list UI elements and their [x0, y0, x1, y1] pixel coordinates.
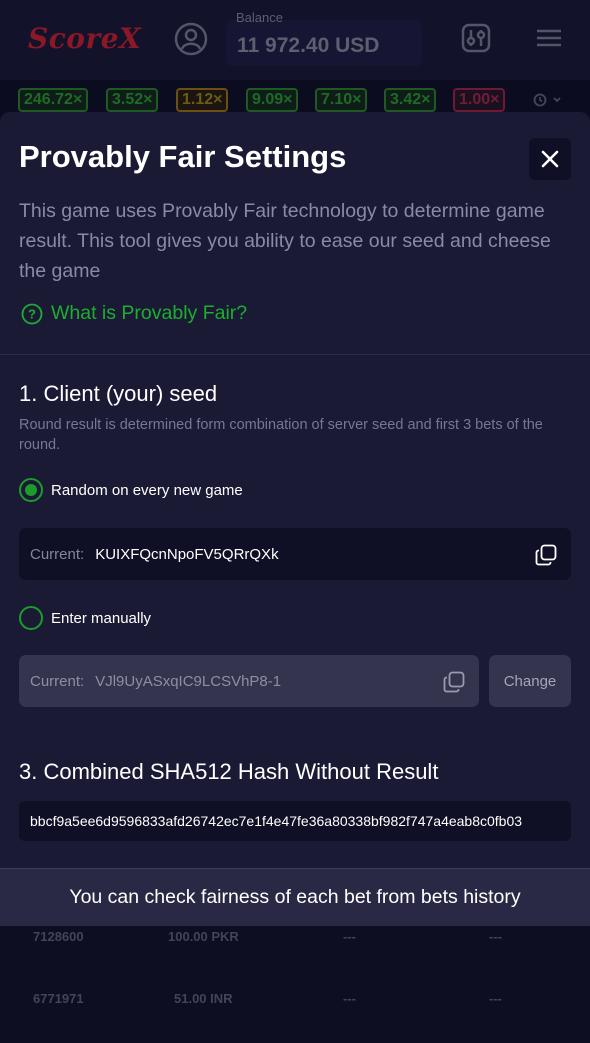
current-label: Current:: [30, 545, 85, 563]
history-dropdown-icon[interactable]: [532, 92, 568, 108]
top-bar: ScoreX Balance 11 972.40 USD: [0, 0, 590, 80]
copy-icon[interactable]: [443, 671, 465, 693]
bet-id: 7128600: [33, 929, 84, 944]
bet-multiplier: ---: [343, 991, 356, 1006]
radio-unchecked-icon[interactable]: [19, 606, 43, 630]
multiplier-chip[interactable]: 3.42×: [384, 88, 437, 112]
hamburger-menu-icon[interactable]: [536, 28, 562, 48]
balance-label: Balance: [236, 10, 283, 25]
radio-random-label: Random on every new game: [51, 481, 243, 499]
radio-random-seed[interactable]: Random on every new game: [19, 478, 243, 502]
bet-amount: 51.00 INR: [174, 991, 233, 1006]
modal-title: Provably Fair Settings: [19, 139, 347, 174]
multiplier-chip[interactable]: 1.12×: [176, 88, 229, 112]
multiplier-chip[interactable]: 7.10×: [315, 88, 368, 112]
bet-win: ---: [489, 929, 502, 944]
random-seed-field: Current: KUIXFQcnNpoFV5QRrQXk: [19, 528, 571, 580]
bet-amount: 100.00 PKR: [168, 929, 239, 944]
provably-fair-modal: Provably Fair Settings This game uses Pr…: [0, 112, 590, 902]
bet-win: ---: [489, 991, 502, 1006]
fairness-toast: You can check fairness of each bet from …: [0, 868, 590, 926]
hash-title: 3. Combined SHA512 Hash Without Result: [19, 759, 439, 784]
current-label: Current:: [30, 672, 85, 690]
close-button[interactable]: [529, 138, 571, 180]
multiplier-chip[interactable]: 9.09×: [246, 88, 299, 112]
manual-seed-value: VJl9UyASxqIC9LCSVhP8-1: [95, 672, 282, 690]
radio-manual-seed[interactable]: Enter manually: [19, 606, 151, 630]
radio-checked-icon[interactable]: [19, 478, 43, 502]
multiplier-chip[interactable]: 1.00×: [453, 88, 506, 112]
settings-sliders-icon[interactable]: [460, 22, 492, 54]
what-link-label: What is Provably Fair?: [51, 302, 248, 324]
svg-text:?: ?: [28, 306, 36, 321]
user-avatar-icon[interactable]: [174, 22, 208, 56]
bet-multiplier: ---: [343, 929, 356, 944]
divider: [0, 354, 590, 355]
client-seed-title: 1. Client (your) seed: [19, 381, 218, 406]
intro-text: This game uses Provably Fair technology …: [19, 200, 551, 282]
multiplier-chip[interactable]: 3.52×: [106, 88, 159, 112]
app-logo: ScoreX: [28, 22, 142, 55]
radio-manual-label: Enter manually: [51, 609, 152, 627]
close-icon: [541, 150, 559, 168]
help-circle-icon: ?: [21, 303, 43, 324]
bet-id: 6771971: [33, 991, 84, 1006]
random-seed-value: KUIXFQcnNpoFV5QRrQXk: [95, 545, 279, 563]
multiplier-chip[interactable]: 246.72×: [18, 88, 89, 112]
hash-value-field: bbcf9a5ee6d9596833afd26742ec7e1f4e47fe36…: [19, 801, 571, 841]
what-is-provably-fair-link[interactable]: ? What is Provably Fair?: [21, 302, 247, 325]
manual-seed-field[interactable]: Current: VJl9UyASxqIC9LCSVhP8-1: [19, 655, 479, 707]
copy-icon[interactable]: [535, 544, 557, 566]
client-seed-description: Round result is determined form combinat…: [19, 417, 543, 453]
balance-value: 11 972.40 USD: [237, 34, 380, 57]
change-button[interactable]: Change: [489, 655, 571, 707]
